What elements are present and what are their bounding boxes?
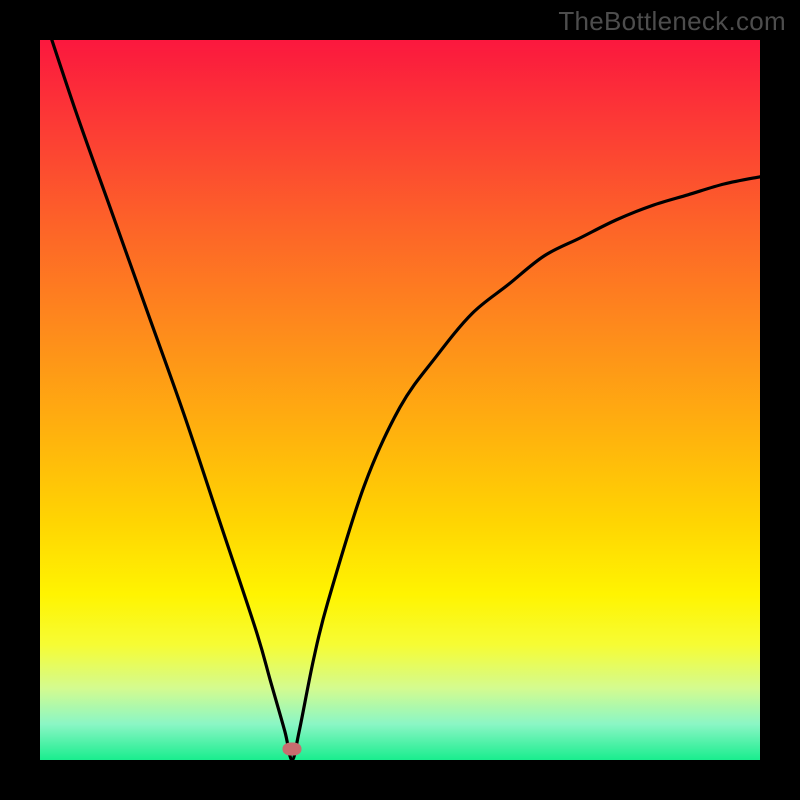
chart-frame: TheBottleneck.com xyxy=(0,0,800,800)
bottleneck-curve xyxy=(40,40,760,760)
plot-area xyxy=(40,40,760,760)
minimum-marker xyxy=(283,743,302,756)
watermark-text: TheBottleneck.com xyxy=(558,6,786,37)
